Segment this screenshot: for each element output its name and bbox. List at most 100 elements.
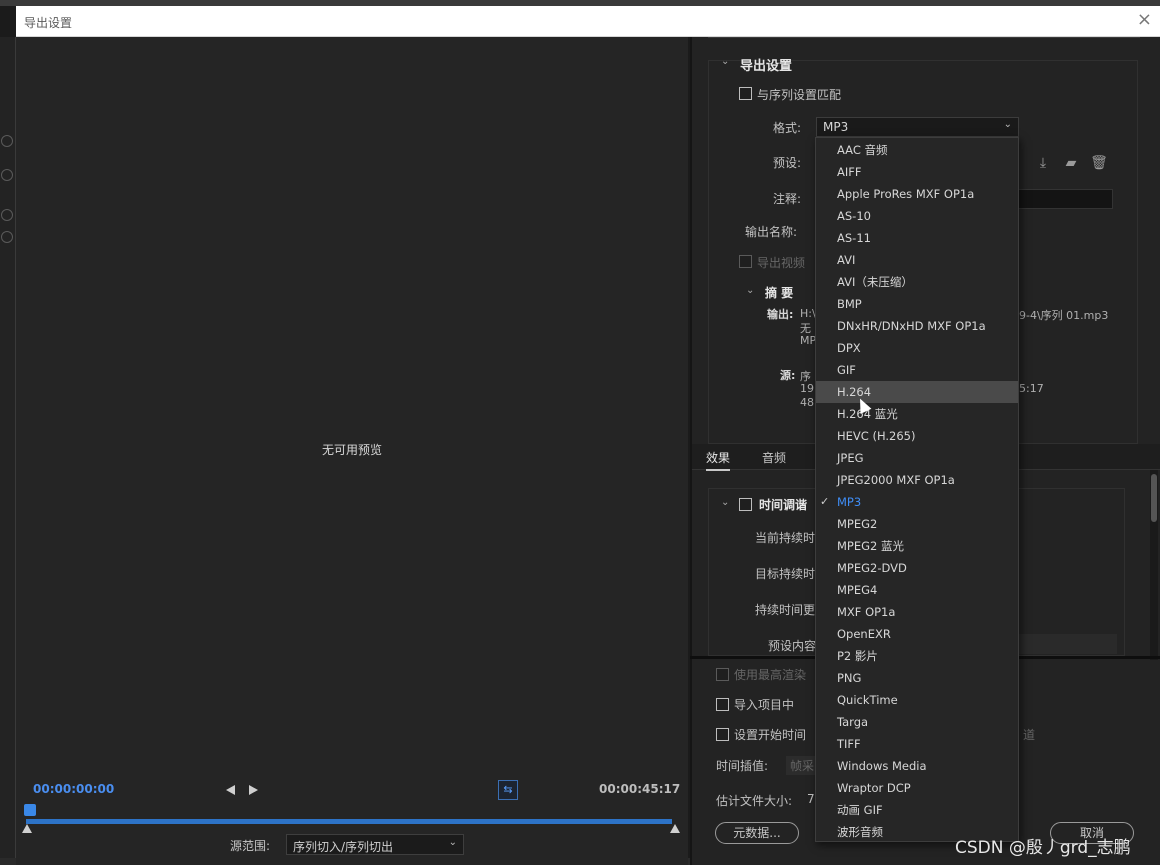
format-option[interactable]: OpenEXR xyxy=(816,623,1018,645)
summary-title: 摘 要 xyxy=(765,286,794,300)
max-render-label: 使用最高渲染 xyxy=(734,668,807,682)
format-option[interactable]: JPEG xyxy=(816,447,1018,469)
summary-source-duration: 5:17 xyxy=(1019,382,1044,395)
download-icon[interactable]: ⤓ xyxy=(1034,154,1052,172)
file-size-value: 7 xyxy=(807,792,815,806)
chevron-down-icon[interactable]: ⌄ xyxy=(746,285,754,296)
format-option[interactable]: MXF OP1a xyxy=(816,601,1018,623)
time-interp-select[interactable]: 帧采 xyxy=(786,756,819,775)
format-option-label: BMP xyxy=(837,297,862,311)
fit-zoom-icon[interactable]: ⇆ xyxy=(498,780,518,800)
timeline-scrubber[interactable] xyxy=(26,819,672,824)
playhead-handle[interactable] xyxy=(24,804,36,816)
chevron-down-icon: ⌄ xyxy=(448,837,457,848)
format-option[interactable]: DNxHR/DNxHD MXF OP1a xyxy=(816,315,1018,337)
format-option-label: AIFF xyxy=(837,165,862,179)
background-icon xyxy=(1,135,13,147)
set-start-time-checkbox[interactable] xyxy=(716,728,729,741)
match-sequence-checkbox[interactable] xyxy=(739,87,752,100)
format-option[interactable]: AAC 音频 xyxy=(816,139,1018,161)
format-option[interactable]: GIF xyxy=(816,359,1018,381)
metadata-button[interactable]: 元数据... xyxy=(715,822,799,844)
close-icon[interactable]: × xyxy=(1137,10,1152,30)
out-point-marker[interactable] xyxy=(670,824,680,833)
chevron-down-icon[interactable]: ⌄ xyxy=(721,497,729,508)
format-select[interactable]: MP3 ⌄ xyxy=(816,117,1019,137)
format-option[interactable]: HEVC (H.265) xyxy=(816,425,1018,447)
time-tuning-checkbox[interactable] xyxy=(739,498,752,511)
chevron-down-icon[interactable]: ⌄ xyxy=(721,56,729,67)
comment-input[interactable] xyxy=(1018,189,1113,209)
source-range-select[interactable]: 序列切入/序列切出 ⌄ xyxy=(286,834,464,855)
format-option[interactable]: DPX xyxy=(816,337,1018,359)
format-option[interactable]: QuickTime xyxy=(816,689,1018,711)
format-option[interactable]: AVI（未压缩） xyxy=(816,271,1018,293)
format-option[interactable]: Apple ProRes MXF OP1a xyxy=(816,183,1018,205)
background-icon xyxy=(1,231,13,243)
format-option-label: DPX xyxy=(837,341,861,355)
channel-label: 道 xyxy=(1023,728,1036,742)
set-out-point-icon[interactable] xyxy=(249,785,258,795)
format-option[interactable]: H.264 xyxy=(816,381,1018,403)
format-option-label: AS-11 xyxy=(837,231,871,245)
comment-label: 注释: xyxy=(773,192,802,206)
trash-icon[interactable]: 🗑 xyxy=(1090,154,1108,172)
watermark: CSDN @殷丿grd_志鹏 xyxy=(955,838,1131,858)
format-option-label: DNxHR/DNxHD MXF OP1a xyxy=(837,319,986,333)
no-preview-message: 无可用预览 xyxy=(321,443,382,457)
format-option-label: Apple ProRes MXF OP1a xyxy=(837,187,975,201)
summary-output-label: 输出: xyxy=(767,308,794,321)
format-option[interactable]: ✓ MP3 xyxy=(816,491,1018,513)
tab-effects[interactable]: 效果 xyxy=(706,449,731,471)
dialog-titlebar: 导出设置 × xyxy=(16,6,1160,37)
format-option[interactable]: AIFF xyxy=(816,161,1018,183)
export-video-checkbox[interactable] xyxy=(739,255,752,268)
format-option[interactable]: AVI xyxy=(816,249,1018,271)
preset-content-label: 预设内容 xyxy=(768,639,817,653)
preview-pane: 无可用预览 xyxy=(16,37,688,865)
import-folder-icon[interactable]: ▰ xyxy=(1062,154,1080,172)
format-option-label: MPEG2 xyxy=(837,517,878,531)
format-option[interactable]: Targa xyxy=(816,711,1018,733)
import-project-checkbox[interactable] xyxy=(716,698,729,711)
format-option[interactable]: JPEG2000 MXF OP1a xyxy=(816,469,1018,491)
format-option[interactable]: MPEG2 xyxy=(816,513,1018,535)
effects-scrollbar-thumb[interactable] xyxy=(1151,474,1157,522)
format-option-label: AAC 音频 xyxy=(837,143,888,157)
tab-audio[interactable]: 音频 xyxy=(762,449,786,466)
format-option[interactable]: 动画 GIF xyxy=(816,799,1018,821)
format-option[interactable]: AS-11 xyxy=(816,227,1018,249)
max-render-checkbox[interactable] xyxy=(716,668,729,681)
format-option-label: PNG xyxy=(837,671,862,685)
format-option[interactable]: PNG xyxy=(816,667,1018,689)
preset-content-select[interactable] xyxy=(1017,634,1117,654)
format-label: 格式: xyxy=(773,121,802,135)
format-option-label: GIF xyxy=(837,363,856,377)
format-option[interactable]: Windows Media xyxy=(816,755,1018,777)
format-option[interactable]: Wraptor DCP xyxy=(816,777,1018,799)
format-option[interactable]: P2 影片 xyxy=(816,645,1018,667)
format-option-label: AVI xyxy=(837,253,856,267)
format-option-label: 动画 GIF xyxy=(837,803,883,817)
format-option-label: OpenEXR xyxy=(837,627,891,641)
dialog-title: 导出设置 xyxy=(24,16,73,30)
summary-source-line: 19 xyxy=(800,382,814,395)
format-option[interactable]: MPEG4 xyxy=(816,579,1018,601)
source-range-value: 序列切入/序列切出 xyxy=(293,840,394,854)
preset-label: 预设: xyxy=(773,156,802,170)
timecode-in[interactable]: 00:00:00:00 xyxy=(33,782,114,796)
summary-output-line: MP xyxy=(800,334,817,347)
in-point-marker[interactable] xyxy=(22,824,32,833)
format-option[interactable]: MPEG2-DVD xyxy=(816,557,1018,579)
format-option[interactable]: BMP xyxy=(816,293,1018,315)
panel-top-divider xyxy=(708,37,1140,38)
format-option[interactable]: AS-10 xyxy=(816,205,1018,227)
summary-output-line: H:\ xyxy=(800,307,816,320)
match-sequence-label: 与序列设置匹配 xyxy=(757,88,842,102)
format-option[interactable]: TIFF xyxy=(816,733,1018,755)
output-name-label: 输出名称: xyxy=(745,225,798,239)
format-option[interactable]: H.264 蓝光 xyxy=(816,403,1018,425)
format-option[interactable]: MPEG2 蓝光 xyxy=(816,535,1018,557)
format-option-label: P2 影片 xyxy=(837,649,878,663)
set-in-point-icon[interactable] xyxy=(226,785,235,795)
